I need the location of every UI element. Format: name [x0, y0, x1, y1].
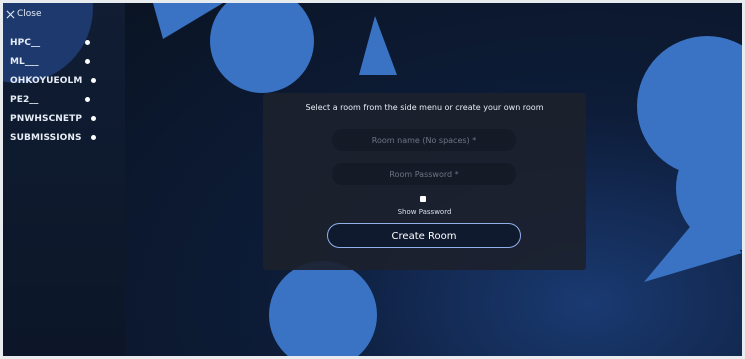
status-dot-icon — [91, 78, 96, 83]
room-item-hpc[interactable]: HPC__ — [10, 33, 120, 52]
room-item-label: OHKOYUEOLM — [10, 75, 83, 86]
room-item-label: SUBMISSIONS — [10, 132, 82, 143]
room-item-label: PNWHSCNETP — [10, 113, 83, 124]
room-name-input[interactable] — [332, 129, 516, 151]
room-item-label: PE2__ — [10, 94, 39, 105]
room-list: HPC__ ML___ OHKOYUEOLM PE2__ PNWHSCNETP … — [10, 33, 120, 147]
decorative-circle — [210, 3, 314, 93]
room-item-ohkoyueolm[interactable]: OHKOYUEOLM — [10, 71, 120, 90]
room-item-label: ML___ — [10, 56, 39, 67]
room-item-ml[interactable]: ML___ — [10, 52, 120, 71]
status-dot-icon — [85, 97, 90, 102]
room-item-label: HPC__ — [10, 37, 41, 48]
status-dot-icon — [91, 135, 96, 140]
create-room-card: Select a room from the side menu or crea… — [263, 93, 586, 270]
status-dot-icon — [85, 59, 90, 64]
sidebar: Close HPC__ ML___ OHKOYUEOLM PE2__ PNWHS… — [3, 3, 125, 356]
close-label: Close — [17, 9, 42, 19]
show-password-checkbox[interactable] — [420, 196, 426, 202]
show-password-label: Show Password — [397, 208, 452, 216]
card-title: Select a room from the side menu or crea… — [305, 103, 544, 112]
status-dot-icon — [85, 40, 90, 45]
room-item-pe2[interactable]: PE2__ — [10, 90, 120, 109]
close-icon — [6, 10, 15, 18]
create-room-button[interactable]: Create Room — [327, 223, 521, 248]
room-password-input[interactable] — [332, 163, 516, 185]
close-button[interactable]: Close — [6, 9, 42, 19]
status-dot-icon — [91, 116, 96, 121]
app-window: Close HPC__ ML___ OHKOYUEOLM PE2__ PNWHS… — [3, 3, 742, 356]
room-item-submissions[interactable]: SUBMISSIONS — [10, 128, 120, 147]
room-item-pnwhscnetp[interactable]: PNWHSCNETP — [10, 109, 120, 128]
decorative-triangle — [359, 16, 397, 75]
main-area: Select a room from the side menu or crea… — [125, 3, 742, 356]
decorative-circle — [269, 261, 377, 356]
